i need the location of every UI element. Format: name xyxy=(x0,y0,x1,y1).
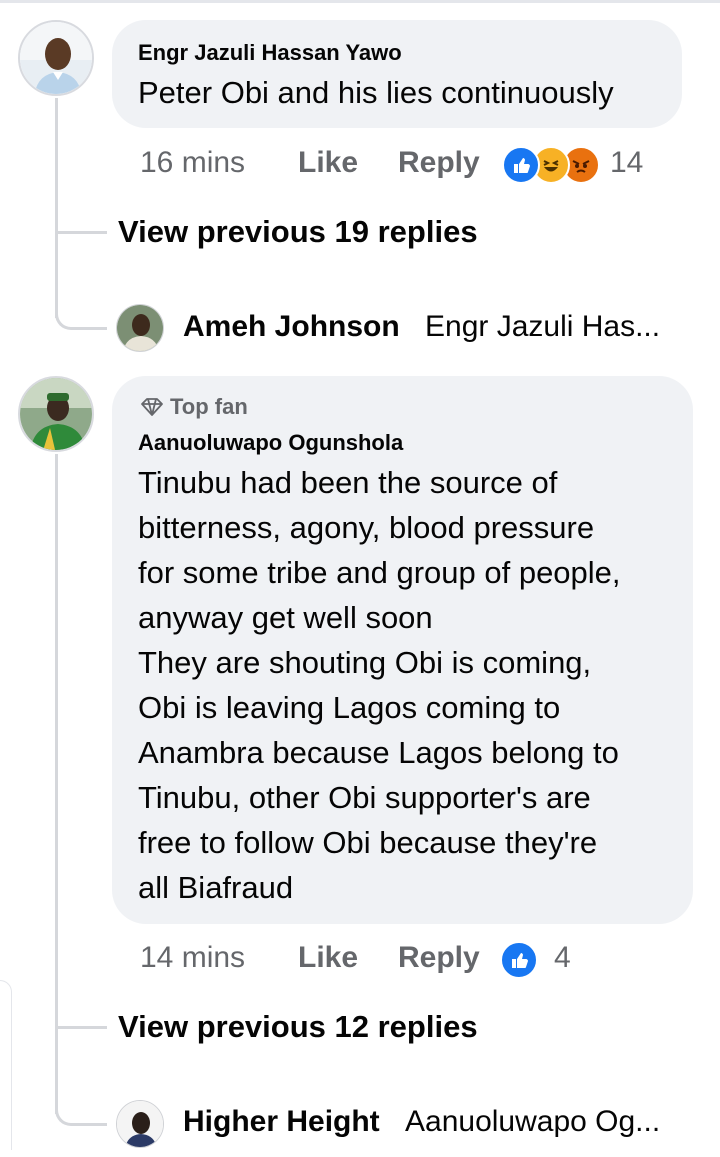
like-button[interactable]: Like xyxy=(298,941,358,975)
reaction-count[interactable]: 14 xyxy=(610,146,643,180)
reply-author[interactable]: Higher Height xyxy=(183,1105,380,1139)
reaction-count[interactable]: 4 xyxy=(554,941,571,975)
avatar[interactable] xyxy=(18,376,94,452)
thread-connector xyxy=(55,1096,107,1126)
comment-timestamp[interactable]: 14 mins xyxy=(140,941,245,975)
like-icon xyxy=(500,941,538,979)
thread-line xyxy=(55,454,58,1114)
comment-text-line: bitterness, agony, blood pressure xyxy=(138,510,595,545)
view-previous-replies[interactable]: View previous 19 replies xyxy=(118,214,478,250)
comment-text-line: Tinubu had been the source of xyxy=(138,465,558,500)
thread-connector xyxy=(57,1026,107,1029)
comment-text-line: for some tribe and group of people, xyxy=(138,555,621,590)
reply-button[interactable]: Reply xyxy=(398,941,480,975)
reaction-summary[interactable] xyxy=(500,941,538,979)
like-button[interactable]: Like xyxy=(298,146,358,180)
badge-label: Top fan xyxy=(170,394,248,419)
view-previous-replies[interactable]: View previous 12 replies xyxy=(118,1009,478,1045)
reply-snippet[interactable]: Engr Jazuli Has... xyxy=(425,310,660,344)
avatar[interactable] xyxy=(18,20,94,96)
reply-author[interactable]: Ameh Johnson xyxy=(183,310,400,344)
comment-text-line: anyway get well soon xyxy=(138,600,433,635)
top-divider xyxy=(0,0,720,3)
thread-connector xyxy=(55,300,107,330)
comment-text-line: They are shouting Obi is coming, xyxy=(138,645,592,680)
comment-text-line: free to follow Obi because they're xyxy=(138,825,598,860)
reaction-summary[interactable] xyxy=(502,146,600,184)
comment-timestamp[interactable]: 16 mins xyxy=(140,146,245,180)
top-fan-badge: Top fan xyxy=(140,394,248,420)
comment-bubble[interactable]: Engr Jazuli Hassan Yawo Peter Obi and hi… xyxy=(112,20,682,128)
comment-bubble[interactable]: Top fan Aanuoluwapo Ogunshola Tinubu had… xyxy=(112,376,693,924)
thread-line xyxy=(55,98,58,318)
diamond-icon xyxy=(141,398,163,416)
comment-text-line: Anambra because Lagos belong to xyxy=(138,735,619,770)
adjacent-panel-edge xyxy=(0,980,12,1150)
comment-text: Peter Obi and his lies continuously xyxy=(138,75,614,110)
comment-text: Tinubu had been the source of bitterness… xyxy=(138,460,621,910)
like-icon xyxy=(502,146,540,184)
comment-text-line: Obi is leaving Lagos coming to xyxy=(138,690,561,725)
reply-button[interactable]: Reply xyxy=(398,146,480,180)
avatar[interactable] xyxy=(116,304,164,352)
avatar[interactable] xyxy=(116,1100,164,1148)
comment-text-line: Tinubu, other Obi supporter's are xyxy=(138,780,591,815)
comment-author[interactable]: Engr Jazuli Hassan Yawo xyxy=(138,40,402,66)
reply-snippet[interactable]: Aanuoluwapo Og... xyxy=(405,1105,660,1139)
thread-connector xyxy=(57,231,107,234)
comment-text-line: all Biafraud xyxy=(138,870,294,905)
comment-author[interactable]: Aanuoluwapo Ogunshola xyxy=(138,430,403,456)
